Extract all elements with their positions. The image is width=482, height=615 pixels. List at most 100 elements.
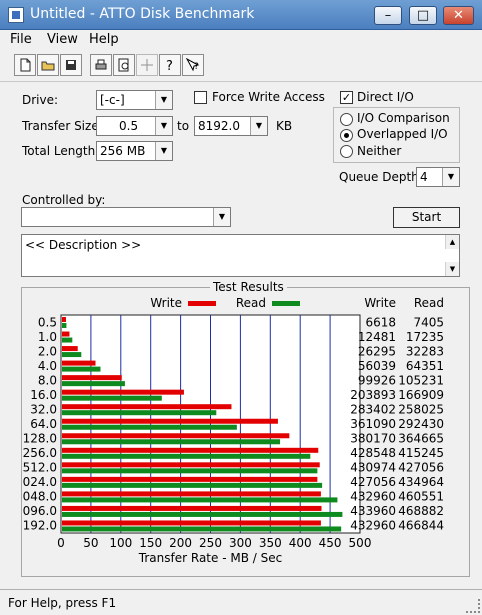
description-text: << Description >> bbox=[25, 238, 142, 252]
menu-view[interactable]: View bbox=[47, 32, 78, 47]
drop-down-arrow-icon: ▼ bbox=[442, 168, 459, 186]
write-value: 433960 bbox=[350, 504, 396, 518]
x-tick-label: 50 bbox=[83, 536, 98, 550]
read-value: 258025 bbox=[398, 402, 444, 416]
category-label: 4096.0 bbox=[22, 504, 57, 518]
drop-down-arrow-icon: ▼ bbox=[250, 117, 267, 135]
menu-help[interactable]: Help bbox=[89, 32, 119, 47]
new-document-icon[interactable] bbox=[14, 54, 36, 76]
transfer-size-min-select[interactable]: 0.5 ▼ bbox=[96, 116, 173, 136]
neither-label[interactable]: Neither bbox=[357, 144, 401, 158]
category-label: 512.0 bbox=[23, 461, 57, 475]
read-value: 105231 bbox=[398, 373, 444, 387]
io-comparison-radio[interactable] bbox=[340, 113, 353, 126]
legend-write-swatch bbox=[188, 301, 216, 306]
category-label: 1024.0 bbox=[22, 475, 57, 489]
force-write-access-label[interactable]: Force Write Access bbox=[212, 90, 325, 104]
read-bar bbox=[62, 323, 67, 328]
transfer-size-max-select[interactable]: 8192.0 ▼ bbox=[194, 116, 268, 136]
write-bar bbox=[62, 389, 184, 395]
drop-down-arrow-icon: ▼ bbox=[155, 117, 172, 135]
write-bar bbox=[62, 476, 318, 482]
resize-grip-icon[interactable] bbox=[466, 599, 480, 613]
category-label: 2.0 bbox=[38, 344, 57, 358]
transfer-size-label: Transfer Size: bbox=[22, 119, 103, 133]
read-bar bbox=[62, 337, 73, 343]
x-tick-label: 250 bbox=[199, 536, 222, 550]
maximize-button[interactable]: □ bbox=[409, 6, 437, 25]
drop-down-arrow-icon: ▼ bbox=[155, 91, 172, 109]
write-value: 12481 bbox=[358, 330, 396, 344]
write-value: 203893 bbox=[350, 388, 396, 402]
category-label: 4.0 bbox=[38, 359, 57, 373]
read-value: 166909 bbox=[398, 388, 444, 402]
write-value: 26295 bbox=[358, 344, 396, 358]
menu-bar: File View Help bbox=[0, 30, 482, 50]
start-button[interactable]: Start bbox=[393, 207, 460, 228]
read-value: 17235 bbox=[406, 330, 444, 344]
read-bar bbox=[62, 468, 318, 474]
write-bar bbox=[62, 317, 66, 322]
x-tick-label: 350 bbox=[259, 536, 282, 550]
read-value: 292430 bbox=[398, 417, 444, 431]
write-value: 361090 bbox=[350, 417, 396, 431]
legend-read-swatch bbox=[272, 301, 300, 306]
category-label: 32.0 bbox=[30, 402, 57, 416]
write-value: 99926 bbox=[358, 373, 396, 387]
neither-radio[interactable] bbox=[340, 145, 353, 158]
read-value: 434964 bbox=[398, 475, 444, 489]
help-question-icon[interactable]: ? bbox=[159, 54, 181, 76]
read-value: 466844 bbox=[398, 519, 444, 533]
status-bar: For Help, press F1 bbox=[0, 589, 482, 615]
write-bar bbox=[62, 404, 232, 410]
scroll-up-arrow-icon[interactable]: ▲ bbox=[445, 235, 459, 249]
read-value: 364665 bbox=[398, 432, 444, 446]
benchmark-panel: Drive: [-c-] ▼ Transfer Size: 0.5 ▼ to 819… bbox=[0, 82, 482, 589]
read-bar bbox=[62, 439, 281, 445]
write-value: 56039 bbox=[358, 359, 396, 373]
read-bar bbox=[62, 424, 237, 430]
write-value: 380170 bbox=[350, 432, 396, 446]
io-comparison-label[interactable]: I/O Comparison bbox=[357, 111, 450, 125]
close-button[interactable]: ✕ bbox=[443, 6, 474, 25]
overlapped-io-radio[interactable] bbox=[340, 129, 353, 142]
read-bar bbox=[62, 395, 162, 401]
menu-file[interactable]: File bbox=[10, 32, 32, 47]
minimize-button[interactable]: – bbox=[374, 6, 402, 25]
overlapped-io-label[interactable]: Overlapped I/O bbox=[357, 127, 448, 141]
x-tick-label: 100 bbox=[109, 536, 132, 550]
direct-io-checkbox[interactable]: ✓ bbox=[340, 91, 353, 104]
controlled-by-select[interactable]: ▼ bbox=[21, 207, 231, 227]
read-value: 427056 bbox=[398, 461, 444, 475]
drive-label: Drive: bbox=[22, 93, 59, 107]
total-length-select[interactable]: 256 MB ▼ bbox=[96, 141, 173, 161]
status-text: For Help, press F1 bbox=[8, 596, 117, 610]
read-bar bbox=[62, 366, 101, 372]
scroll-down-arrow-icon[interactable]: ▼ bbox=[445, 262, 459, 276]
svg-text:?: ? bbox=[166, 59, 173, 72]
category-label: 2048.0 bbox=[22, 490, 57, 504]
print-preview-icon[interactable] bbox=[113, 54, 135, 76]
write-value: 430974 bbox=[350, 461, 396, 475]
write-value: 428548 bbox=[350, 446, 396, 460]
write-bar bbox=[62, 360, 96, 366]
drive-select[interactable]: [-c-] ▼ bbox=[96, 90, 173, 110]
move-cross-icon[interactable] bbox=[136, 54, 158, 76]
x-axis-label: Transfer Rate - MB / Sec bbox=[138, 551, 282, 565]
x-tick-label: 200 bbox=[169, 536, 192, 550]
queue-depth-select[interactable]: 4 ▼ bbox=[416, 167, 460, 187]
direct-io-label[interactable]: Direct I/O bbox=[357, 90, 414, 104]
read-bar bbox=[62, 352, 82, 358]
open-folder-icon[interactable] bbox=[37, 54, 59, 76]
read-bar bbox=[62, 453, 311, 459]
save-disk-icon[interactable] bbox=[60, 54, 82, 76]
x-tick-label: 300 bbox=[229, 536, 252, 550]
read-bar bbox=[62, 410, 217, 416]
write-value: 432960 bbox=[350, 519, 396, 533]
force-write-access-checkbox[interactable] bbox=[194, 91, 207, 104]
description-box[interactable]: << Description >> ▲ ▼ bbox=[21, 234, 460, 277]
category-label: 64.0 bbox=[30, 417, 57, 431]
read-value: 64351 bbox=[406, 359, 444, 373]
printer-icon[interactable] bbox=[90, 54, 112, 76]
context-help-icon[interactable]: ? bbox=[182, 54, 204, 76]
